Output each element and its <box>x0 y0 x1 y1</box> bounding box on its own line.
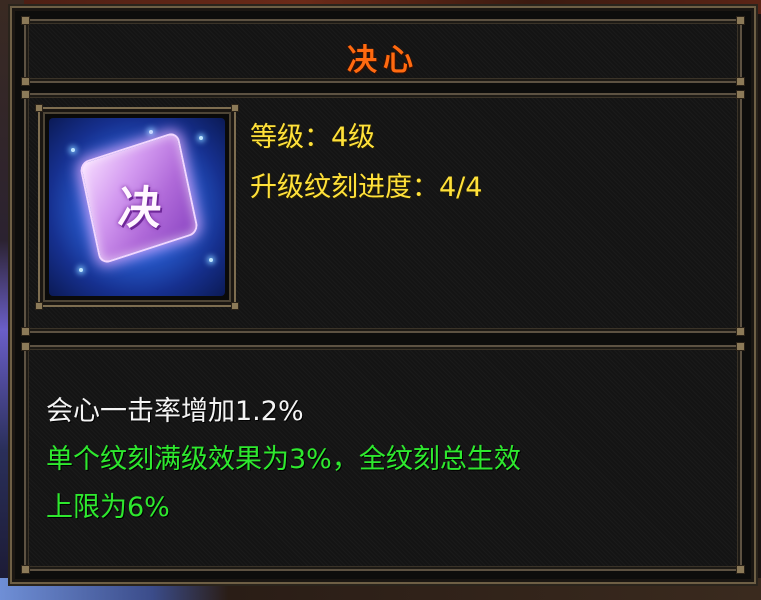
item-tooltip: 决心 决 等级：4级 升级纹刻进度：4/4 会心一击率增加1.2% 单个纹刻满级… <box>12 8 754 582</box>
sparkle <box>79 268 83 272</box>
frame-corner <box>35 302 43 310</box>
frame-corner <box>21 342 30 351</box>
sparkle <box>199 136 203 140</box>
tooltip-title-bar: 决心 <box>21 16 745 86</box>
frame-corner <box>231 302 239 310</box>
jueqing-rune-icon: 决 <box>49 118 225 296</box>
sparkle <box>149 130 153 134</box>
frame-corner <box>21 16 30 25</box>
sparkle <box>71 148 75 152</box>
tooltip-info-panel: 决 等级：4级 升级纹刻进度：4/4 <box>21 90 745 336</box>
level-text: 等级：4级 <box>250 122 376 153</box>
rune-gem: 决 <box>78 130 200 266</box>
tooltip-title: 决心 <box>347 43 419 78</box>
effect-text: 会心一击率增加1.2% <box>46 396 304 427</box>
cap-note-line-1: 单个纹刻满级效果为3%，全纹刻总生效 <box>46 444 521 475</box>
frame-corner <box>231 104 239 112</box>
frame-corner <box>736 565 745 574</box>
rune-glyph: 决 <box>116 182 164 236</box>
upgrade-progress-text: 升级纹刻进度：4/4 <box>250 172 483 203</box>
frame-corner <box>21 327 30 336</box>
frame-corner <box>736 342 745 351</box>
frame-corner <box>21 565 30 574</box>
frame-corner <box>736 327 745 336</box>
tooltip-description-panel: 会心一击率增加1.2% 单个纹刻满级效果为3%，全纹刻总生效 上限为6% <box>21 342 745 574</box>
frame-corner <box>35 104 43 112</box>
frame-corner <box>736 90 745 99</box>
sparkle <box>209 258 213 262</box>
item-icon-frame: 决 <box>35 104 239 310</box>
frame-corner <box>21 90 30 99</box>
frame-corner <box>736 16 745 25</box>
cap-note-line-2: 上限为6% <box>46 492 170 523</box>
